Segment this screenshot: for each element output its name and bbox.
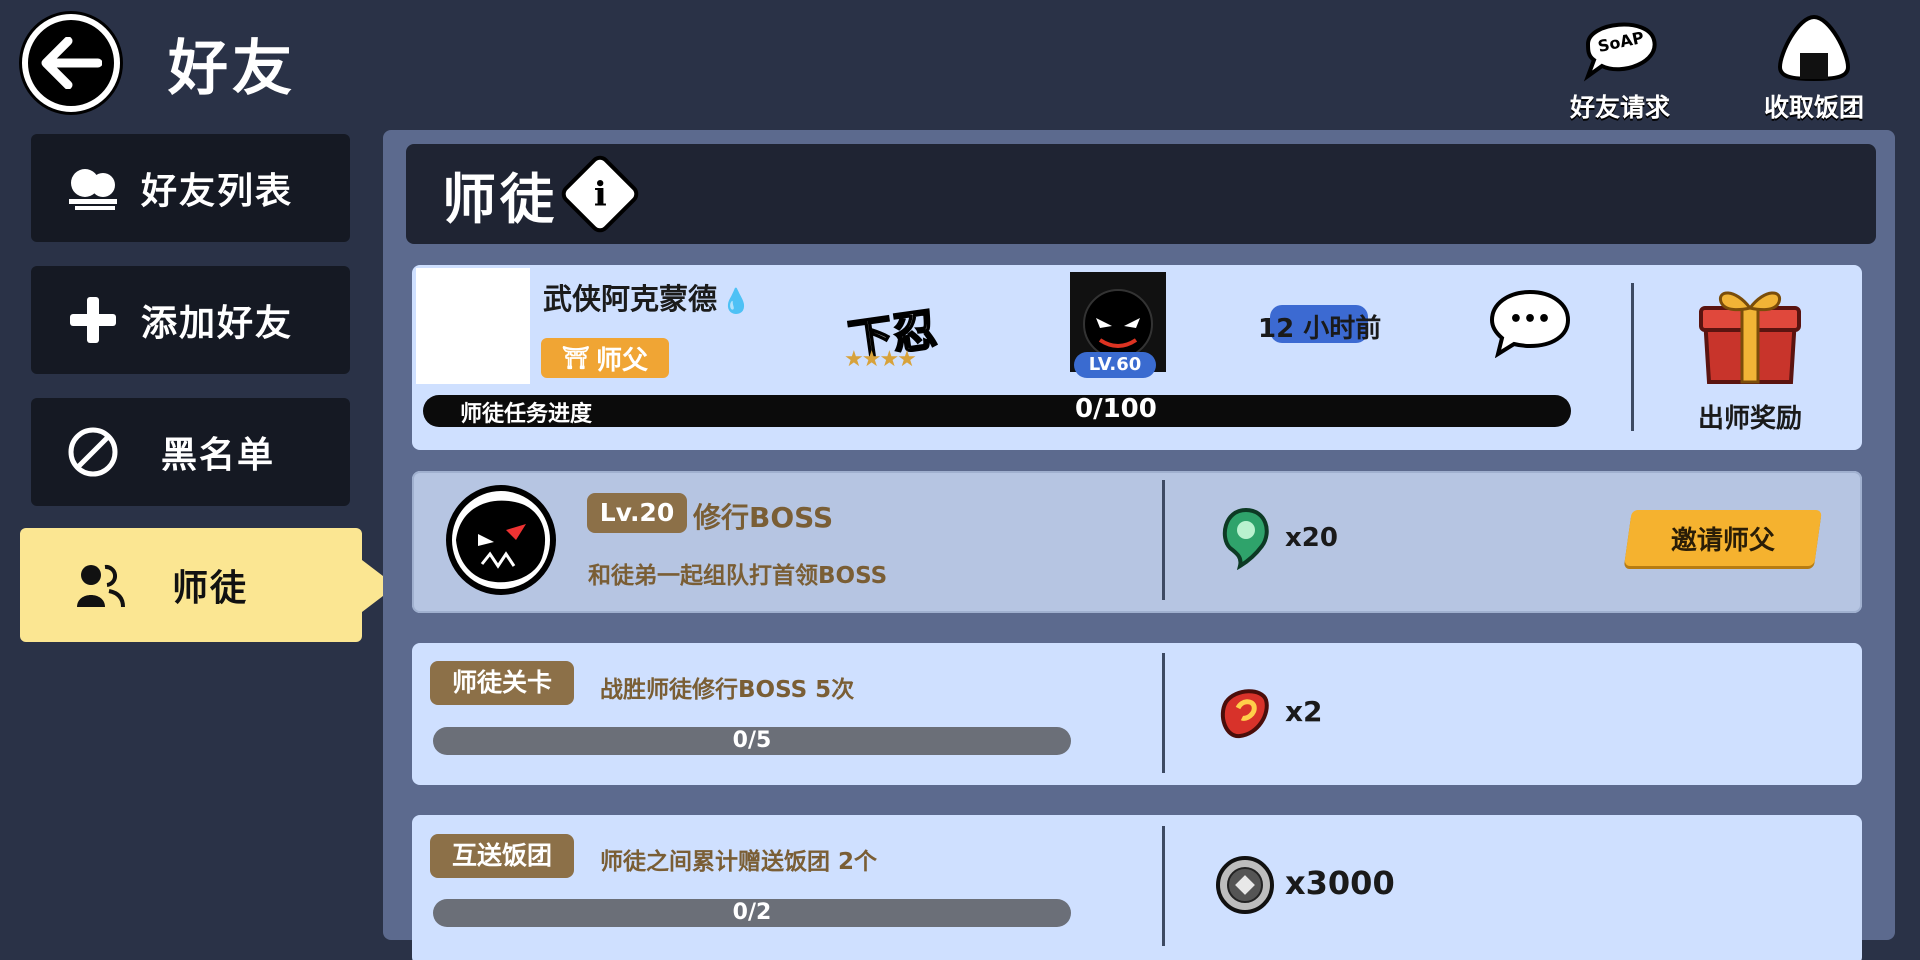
plus-icon bbox=[65, 295, 121, 345]
back-button[interactable] bbox=[22, 14, 120, 112]
task-progress: 0/5 bbox=[732, 728, 772, 753]
role-tag: ⛩ 师父 bbox=[541, 338, 669, 378]
block-icon bbox=[65, 427, 121, 477]
friends-list-icon bbox=[65, 163, 121, 213]
task-row bbox=[412, 815, 1862, 960]
master-name-row: 武侠阿克蒙德 💧 bbox=[543, 276, 751, 318]
mentor-progress-bar bbox=[423, 395, 1571, 427]
sidebar-item-label: 好友列表 bbox=[141, 171, 294, 212]
silver-coin-icon bbox=[1215, 855, 1275, 915]
level-badge: LV.60 bbox=[1074, 352, 1156, 378]
sidebar-item-label: 添加好友 bbox=[141, 303, 294, 344]
sidebar-item-friend-list[interactable]: 好友列表 bbox=[31, 134, 350, 242]
shadow-boss-icon bbox=[446, 485, 556, 595]
task-description: 战胜师徒修行BOSS 5次 bbox=[600, 677, 855, 703]
boss-title: 修行BOSS bbox=[693, 501, 834, 534]
collect-rice-label: 收取饭团 bbox=[1763, 93, 1864, 122]
sidebar-item-label: 黑名单 bbox=[161, 435, 276, 476]
boss-avatar bbox=[442, 484, 560, 596]
soap-bubble-icon: SoAP bbox=[1583, 22, 1657, 82]
water-drop-icon: 💧 bbox=[721, 287, 751, 315]
rank-badge: 下忍 ★★★★ bbox=[842, 295, 966, 377]
red-scroll-gem-icon bbox=[1216, 684, 1272, 740]
chat-dots: ••• bbox=[1509, 307, 1551, 332]
role-tag-icon: ⛩ bbox=[562, 345, 590, 371]
graduation-reward-button[interactable]: 出师奖励 bbox=[1680, 278, 1820, 435]
green-spirit-orb-icon bbox=[1218, 506, 1274, 571]
boss-description: 和徒弟一起组队打首领BOSS bbox=[588, 563, 888, 589]
rank-stars: ★★★★ bbox=[844, 347, 917, 372]
graduation-reward-label: 出师奖励 bbox=[1697, 404, 1802, 434]
task-row bbox=[412, 643, 1862, 785]
progress-value: 0/100 bbox=[1075, 394, 1157, 424]
rice-ball-icon bbox=[1777, 14, 1851, 82]
divider bbox=[1162, 653, 1165, 773]
gift-box-icon bbox=[1699, 291, 1801, 384]
sidebar-item-add-friend[interactable]: 添加好友 bbox=[31, 266, 350, 374]
invite-master-label: 邀请师父 bbox=[1670, 525, 1775, 556]
info-icon-glyph: i bbox=[593, 173, 607, 214]
task-tag: 互送饭团 bbox=[430, 834, 574, 878]
sidebar-item-blacklist[interactable]: 黑名单 bbox=[31, 398, 350, 506]
role-tag-label: 师父 bbox=[595, 345, 648, 376]
sidebar-item-mentor[interactable]: 师徒 bbox=[20, 528, 362, 642]
task-progress: 0/2 bbox=[732, 900, 772, 925]
sidebar-item-label: 师徒 bbox=[172, 568, 249, 609]
section-title: 师徒 bbox=[442, 167, 558, 231]
invite-master-button[interactable]: 邀请师父 bbox=[1624, 510, 1822, 566]
arrow-left-icon bbox=[41, 37, 102, 89]
boss-reward-quantity: x20 bbox=[1285, 523, 1338, 553]
divider bbox=[1631, 283, 1634, 431]
divider bbox=[1162, 480, 1165, 600]
avatar[interactable] bbox=[416, 268, 530, 384]
friend-requests-label: 好友请求 bbox=[1569, 93, 1670, 122]
mentor-icon bbox=[72, 560, 128, 610]
info-icon[interactable]: i bbox=[563, 157, 637, 231]
page-title: 好友 bbox=[168, 34, 296, 104]
friend-requests-button[interactable]: SoAP 好友请求 bbox=[1545, 12, 1695, 124]
boss-level-badge: Lv.20 bbox=[587, 493, 687, 533]
task-tag: 师徒关卡 bbox=[430, 661, 574, 705]
task-description: 师徒之间累计赠送饭团 2个 bbox=[600, 849, 878, 875]
chat-bubble-icon: ••• bbox=[1489, 289, 1571, 359]
task-reward-quantity: x2 bbox=[1285, 695, 1323, 728]
task-reward-quantity: x3000 bbox=[1285, 864, 1395, 902]
master-name: 武侠阿克蒙德 bbox=[543, 282, 718, 316]
divider bbox=[1162, 826, 1165, 946]
progress-label: 师徒任务进度 bbox=[460, 402, 593, 427]
collect-rice-ball-button[interactable]: 收取饭团 bbox=[1739, 12, 1889, 124]
last-seen: 12 小时前 bbox=[1258, 314, 1382, 344]
chat-button[interactable]: ••• bbox=[1488, 288, 1572, 359]
section-header: 师徒 i bbox=[406, 144, 1876, 244]
